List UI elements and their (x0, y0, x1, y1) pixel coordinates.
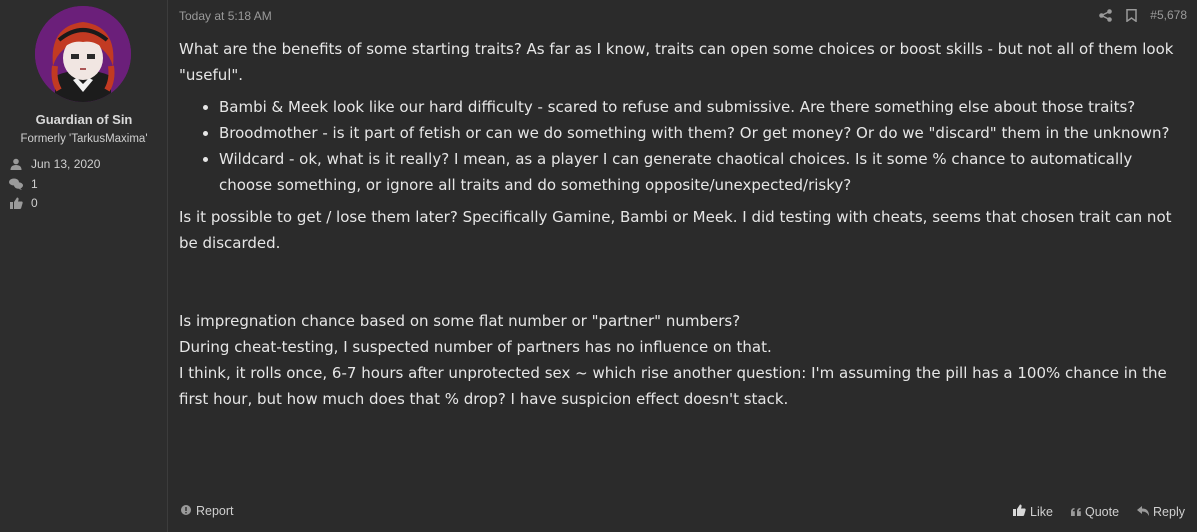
quote-icon (1070, 505, 1081, 519)
joined-date: Jun 13, 2020 (31, 157, 101, 171)
avatar[interactable] (35, 6, 131, 102)
joined-stat: Jun 13, 2020 (9, 156, 100, 172)
post-body: What are the benefits of some starting t… (179, 36, 1185, 412)
post-number[interactable]: #5,678 (1150, 8, 1187, 22)
reply-icon (1137, 505, 1150, 519)
share-icon[interactable] (1098, 8, 1112, 22)
post-timestamp[interactable]: Today at 5:18 AM (179, 9, 272, 23)
thumbs-up-icon (1013, 504, 1026, 519)
thumbs-up-icon (9, 196, 23, 210)
list-item: Wildcard - ok, what is it really? I mean… (219, 146, 1185, 198)
report-icon (181, 504, 191, 518)
report-label: Report (196, 504, 234, 518)
messages-count: 1 (31, 177, 38, 191)
paragraph-line: Is impregnation chance based on some fla… (179, 312, 741, 330)
post-tools: #5,678 (1098, 8, 1187, 22)
quote-label: Quote (1084, 504, 1120, 519)
reactions-count: 0 (31, 196, 38, 210)
reply-label: Reply (1153, 504, 1185, 519)
like-label: Like (1030, 504, 1053, 519)
quote-button[interactable]: Quote (1070, 504, 1120, 519)
paragraph-line: I think, it rolls once, 6-7 hours after … (179, 364, 1167, 408)
paragraph-line: During cheat-testing, I suspected number… (179, 338, 772, 356)
like-button[interactable]: Like (1013, 504, 1053, 519)
reactions-stat: 0 (9, 195, 38, 211)
list-item: Broodmother - is it part of fetish or ca… (219, 120, 1185, 146)
post-main: Today at 5:18 AM #5,678 What are the ben… (169, 0, 1197, 532)
reply-button[interactable]: Reply (1137, 504, 1185, 519)
user-icon (9, 157, 23, 171)
messages-icon (9, 177, 23, 191)
post-actions: Like Quote Reply (1013, 504, 1185, 519)
user-title: Formerly 'TarkusMaxima' (20, 133, 148, 145)
avatar-image (35, 6, 131, 102)
user-sidebar: Guardian of Sin Formerly 'TarkusMaxima' … (0, 0, 168, 532)
post-footer: Report Like Quote Reply (179, 502, 1185, 522)
paragraph-lose-traits: Is it possible to get / lose them later?… (179, 208, 1172, 252)
report-button[interactable]: Report (181, 504, 234, 518)
paragraph-traits-intro: What are the benefits of some starting t… (179, 40, 1174, 84)
messages-stat: 1 (9, 176, 38, 192)
list-item: Bambi & Meek look like our hard difficul… (219, 94, 1185, 120)
username[interactable]: Guardian of Sin (0, 112, 168, 127)
traits-list: Bambi & Meek look like our hard difficul… (179, 94, 1185, 198)
bookmark-icon[interactable] (1124, 8, 1138, 22)
